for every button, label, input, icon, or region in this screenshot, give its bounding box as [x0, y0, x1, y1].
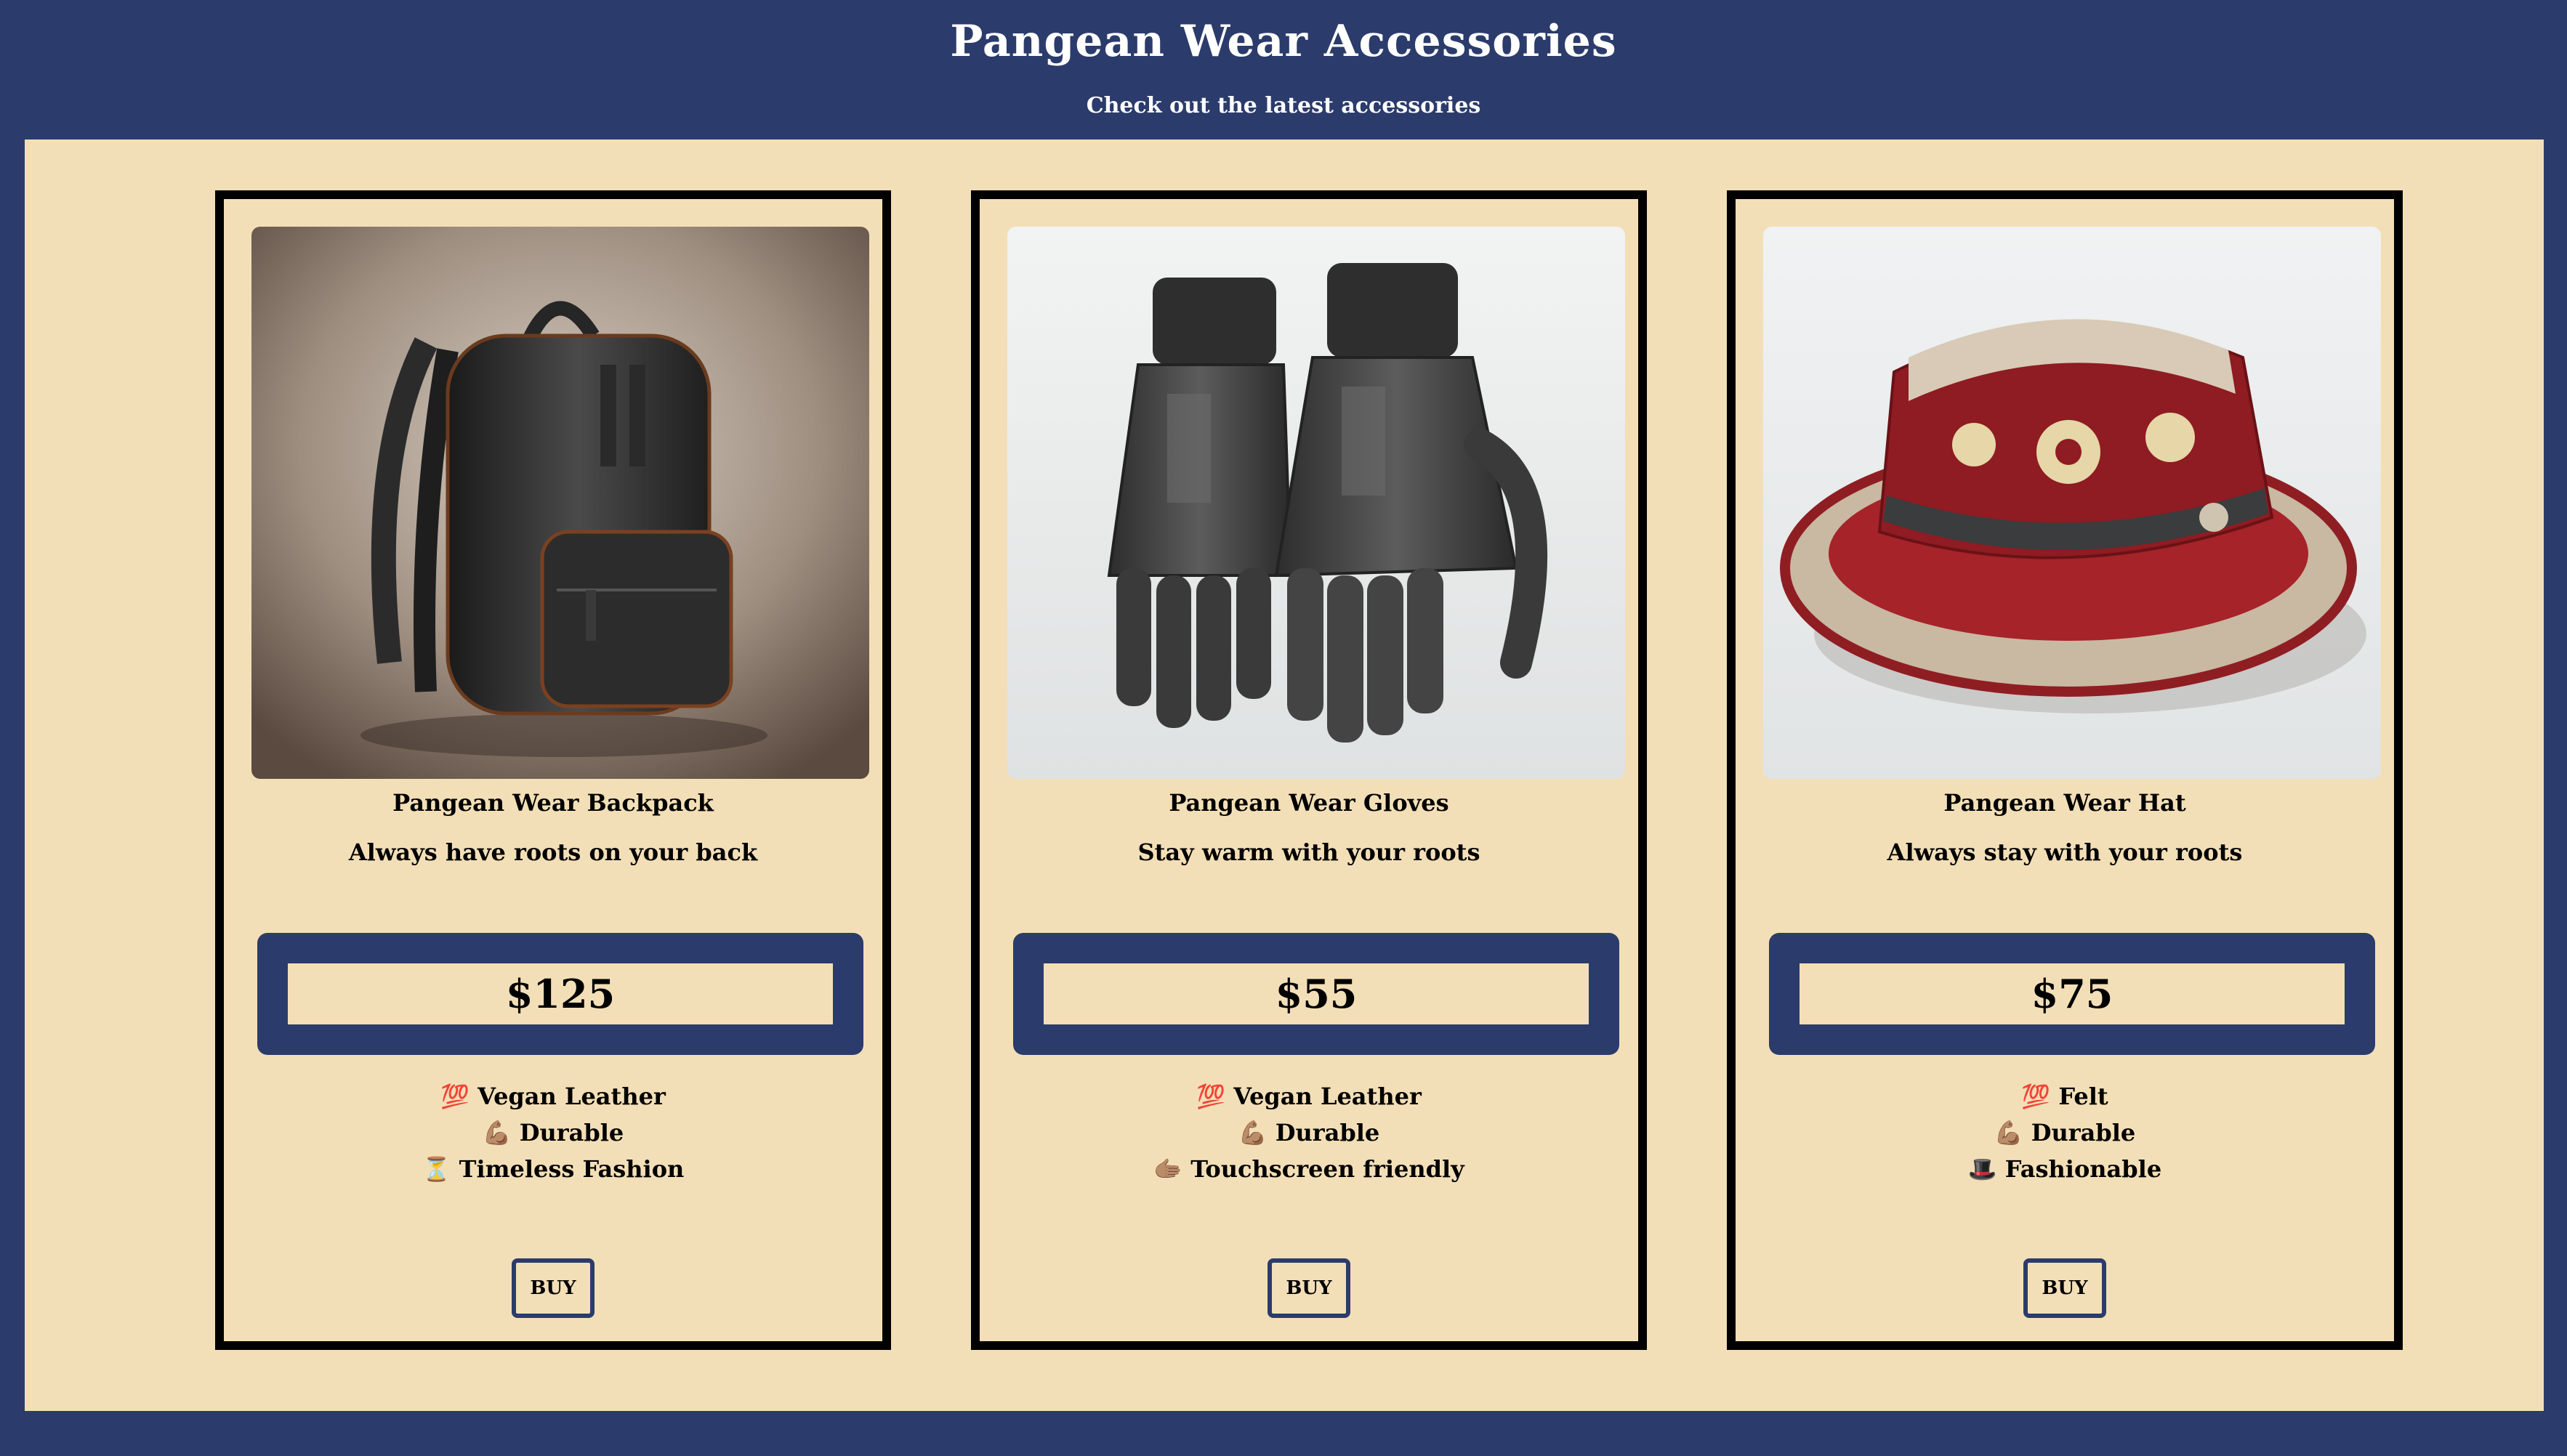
feature-text: Vegan Leather	[477, 1083, 666, 1110]
feature-list: 💯 Vegan Leather 💪🏽 Durable ⏳ Timeless Fa…	[224, 1078, 882, 1187]
buy-button[interactable]: BUY	[1268, 1258, 1350, 1318]
price-box: $55	[1013, 933, 1619, 1055]
product-tagline: Stay warm with your roots	[1137, 838, 1480, 866]
product-title: Pangean Wear Gloves	[1169, 789, 1449, 817]
feature-item: 💯 Vegan Leather	[224, 1078, 882, 1115]
feature-text: Durable	[1275, 1119, 1380, 1146]
hat-image	[1763, 227, 2381, 779]
gloves-image	[1007, 227, 1625, 779]
feature-item: 💪🏽 Durable	[1736, 1115, 2394, 1151]
feature-text: Felt	[2058, 1083, 2108, 1110]
buy-button[interactable]: BUY	[2023, 1258, 2106, 1318]
page-header: Pangean Wear Accessories Check out the l…	[0, 0, 2567, 139]
product-title: Pangean Wear Backpack	[392, 789, 714, 817]
price-label: $125	[288, 963, 833, 1024]
feature-item: 💪🏽 Durable	[980, 1115, 1638, 1151]
feature-list: 💯 Vegan Leather 💪🏽 Durable 🫱🏽 Touchscree…	[980, 1078, 1638, 1187]
feature-text: Durable	[519, 1119, 624, 1146]
top-hat-icon: 🎩	[1967, 1155, 1997, 1183]
product-tagline: Always stay with your roots	[1887, 838, 2243, 866]
feature-item: 🫱🏽 Touchscreen friendly	[980, 1151, 1638, 1187]
product-card-gloves: Pangean Wear Gloves Stay warm with your …	[971, 190, 1647, 1350]
hundred-points-icon: 💯	[1196, 1083, 1226, 1110]
hundred-points-icon: 💯	[440, 1083, 470, 1110]
feature-text: Vegan Leather	[1233, 1083, 1422, 1110]
feature-item: 💯 Felt	[1736, 1078, 2394, 1115]
feature-text: Fashionable	[2004, 1155, 2162, 1183]
price-box: $75	[1769, 933, 2375, 1055]
feature-text: Durable	[2031, 1119, 2136, 1146]
flexed-biceps-icon: 💪🏽	[1994, 1119, 2023, 1146]
feature-text: Touchscreen friendly	[1190, 1155, 1464, 1183]
flexed-biceps-icon: 💪🏽	[482, 1119, 512, 1146]
feature-item: ⏳ Timeless Fashion	[224, 1151, 882, 1187]
page-title: Pangean Wear Accessories	[950, 16, 1617, 67]
product-card-backpack: Pangean Wear Backpack Always have roots …	[215, 190, 891, 1350]
price-box: $125	[257, 933, 863, 1055]
feature-item: 💪🏽 Durable	[224, 1115, 882, 1151]
flexed-biceps-icon: 💪🏽	[1238, 1119, 1268, 1146]
backpack-image	[251, 227, 869, 779]
buy-button[interactable]: BUY	[512, 1258, 595, 1318]
product-grid: Pangean Wear Backpack Always have roots …	[25, 139, 2544, 1411]
feature-list: 💯 Felt 💪🏽 Durable 🎩 Fashionable	[1736, 1078, 2394, 1187]
hourglass-icon: ⏳	[422, 1155, 451, 1183]
product-title: Pangean Wear Hat	[1943, 789, 2186, 817]
page-subtitle: Check out the latest accessories	[1086, 93, 1481, 118]
price-label: $55	[1044, 963, 1589, 1024]
price-label: $75	[1800, 963, 2345, 1024]
hundred-points-icon: 💯	[2021, 1083, 2051, 1110]
feature-item: 🎩 Fashionable	[1736, 1151, 2394, 1187]
product-card-hat: Pangean Wear Hat Always stay with your r…	[1727, 190, 2403, 1350]
hand-icon: 🫱🏽	[1153, 1155, 1183, 1183]
feature-text: Timeless Fashion	[459, 1155, 685, 1183]
product-tagline: Always have roots on your back	[348, 838, 758, 866]
feature-item: 💯 Vegan Leather	[980, 1078, 1638, 1115]
